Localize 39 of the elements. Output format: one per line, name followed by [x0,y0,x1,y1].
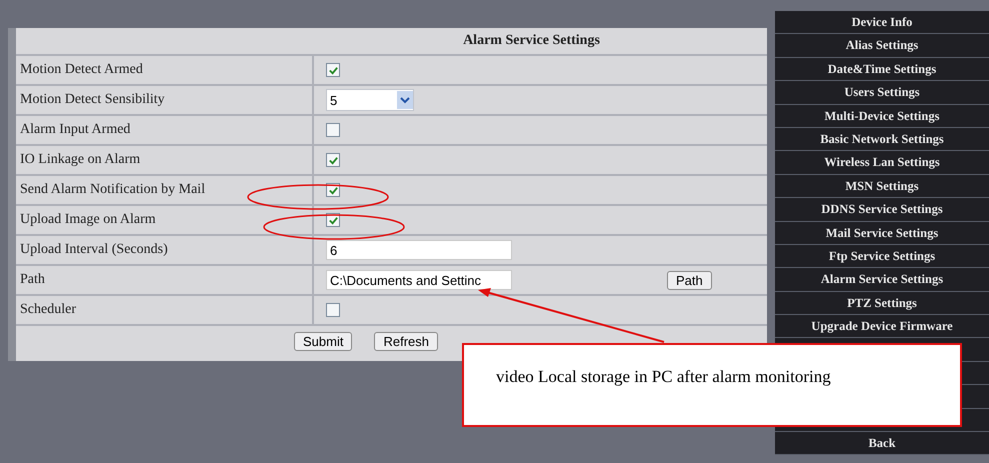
checkbox[interactable] [326,183,340,197]
sidebar-item[interactable]: Date&Time Settings [775,58,989,82]
setting-label: Upload Image on Alarm [20,212,156,228]
form-button[interactable]: Refresh [374,332,438,351]
sidebar-item[interactable]: Mail Service Settings [775,222,989,245]
sidebar-item[interactable]: Ftp Service Settings [775,244,989,268]
sidebar-item[interactable]: MSN Settings [775,174,989,198]
setting-label: Path [20,272,45,288]
setting-label: IO Linkage on Alarm [20,152,140,168]
sidebar-item[interactable]: Users Settings [775,81,989,105]
sidebar-item[interactable]: Device Info [775,11,989,34]
sidebar-item[interactable]: Basic Network Settings [775,128,989,152]
checkbox[interactable] [326,63,340,77]
checkbox[interactable] [326,303,340,317]
sidebar-item[interactable]: Upgrade Device Firmware [775,315,989,338]
sidebar-item[interactable]: DDNS Service Settings [775,198,989,222]
panel-title: Alarm Service Settings [463,33,600,49]
setting-label: Motion Detect Armed [20,62,143,78]
setting-label: Motion Detect Sensibility [20,92,165,108]
checkbox[interactable] [326,123,340,137]
callout-text: video Local storage in PC after alarm monitoring [496,367,831,386]
setting-label: Scheduler [20,302,76,318]
path-button[interactable]: Path [667,270,712,290]
form-button[interactable]: Submit [294,332,352,351]
caret-icon [397,91,413,109]
sidebar-item[interactable]: Wireless Lan Settings [775,151,989,175]
path-field[interactable]: C:\Documents and Settinc [326,270,512,290]
sidebar-item[interactable]: Alarm Service Settings [775,268,989,292]
back-item[interactable]: Back [775,432,989,456]
interval-field[interactable]: 6 [326,240,512,260]
checkbox[interactable] [326,213,340,227]
setting-label: Alarm Input Armed [20,122,130,138]
checkbox[interactable] [326,153,340,167]
sidebar-item[interactable]: Multi-Device Settings [775,104,989,128]
sensibility-select[interactable]: 5 [326,89,414,111]
sidebar-item[interactable]: PTZ Settings [775,292,989,316]
setting-label: Upload Interval (Seconds) [20,242,168,258]
sidebar-item[interactable]: Alias Settings [775,34,989,58]
setting-label: Send Alarm Notification by Mail [20,182,206,198]
